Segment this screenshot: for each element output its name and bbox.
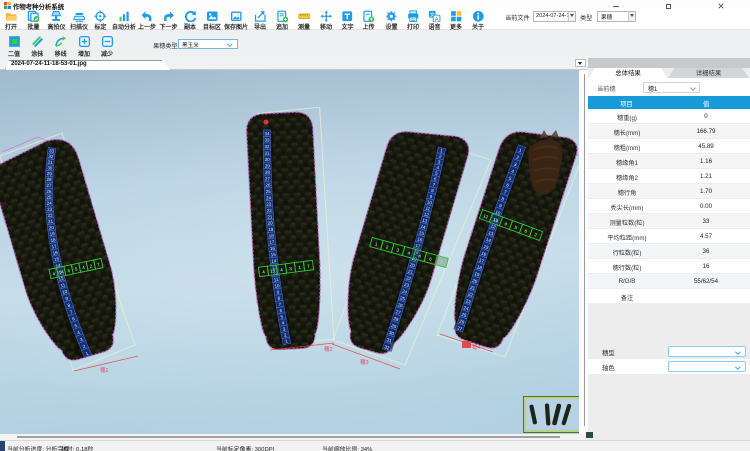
svg-text:26: 26 [265,182,271,187]
svg-text:27: 27 [265,176,271,181]
svg-text:26: 26 [46,189,52,194]
svg-text:30: 30 [265,157,271,162]
svg-text:穗3: 穗3 [360,358,369,366]
svg-text:27: 27 [46,183,52,188]
svg-text:24: 24 [47,201,53,206]
svg-text:28: 28 [265,170,271,175]
svg-text:穗1: 穗1 [100,366,109,374]
svg-text:21: 21 [267,214,273,219]
svg-text:17: 17 [269,239,275,245]
svg-text:33: 33 [264,138,270,143]
svg-text:穗2: 穗2 [324,345,333,353]
svg-text:23: 23 [47,207,53,212]
svg-text:20: 20 [267,220,273,225]
svg-text:29: 29 [265,163,271,168]
svg-text:28: 28 [46,177,52,182]
svg-text:30: 30 [47,165,53,170]
svg-text:31: 31 [264,151,270,156]
svg-text:25: 25 [266,189,272,194]
svg-text:22: 22 [47,213,53,218]
svg-text:31: 31 [47,160,53,166]
svg-text:18: 18 [269,233,275,238]
svg-text:穗4: 穗4 [472,343,481,351]
svg-text:23: 23 [266,202,272,207]
svg-text:25: 25 [46,195,52,200]
svg-text:19: 19 [268,227,274,232]
svg-text:29: 29 [47,171,53,176]
svg-text:24: 24 [266,195,272,200]
svg-text:22: 22 [267,208,273,213]
svg-text:34: 34 [264,131,270,136]
svg-text:32: 32 [264,144,270,149]
